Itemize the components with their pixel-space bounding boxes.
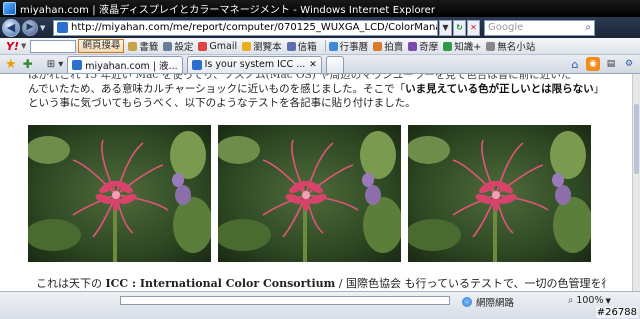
toolbar-item-reader[interactable]: 瀏覽本 [242, 39, 282, 53]
yahoo-logo[interactable]: Y! [6, 40, 19, 53]
toolbar-separator [324, 40, 326, 52]
flower-photo-3 [408, 125, 591, 262]
zoom-dropdown-icon[interactable]: ▼ [606, 297, 611, 305]
address-bar[interactable]: http://miyahan.com/me/report/computer/07… [53, 19, 438, 36]
vertical-scrollbar[interactable] [632, 74, 640, 291]
search-input[interactable]: Google [488, 22, 523, 33]
tab-favicon-icon [191, 59, 202, 70]
stop-button[interactable]: ✕ [467, 19, 480, 36]
tab-label: Is your system ICC ... [204, 59, 306, 70]
url-field[interactable]: http://miyahan.com/me/report/computer/07… [71, 22, 437, 33]
toolbar-item-auction[interactable]: 拍賣 [373, 39, 403, 53]
bookmark-icon [128, 41, 138, 51]
address-dropdown-icon[interactable]: ▼ [439, 19, 452, 36]
watermark-text: #26788 [595, 307, 638, 318]
window-title: miyahan.com | 液晶ディスプレイとカラーマネージメント - Wind… [20, 5, 436, 16]
paragraph-line: はがれこれ 15 年近い Mac を使ってり、ソスノム(Mac OS) や周辺の… [28, 74, 572, 81]
rss-icon[interactable]: ◉ [586, 57, 600, 71]
favorites-star-icon[interactable]: ★ [5, 57, 17, 72]
toolbar-item-wretch[interactable]: 無名小站 [486, 39, 535, 53]
yahoo-search-button[interactable]: 網頁搜尋 [78, 39, 125, 53]
globe-icon [462, 297, 472, 307]
tab-bar: ★ ✚ ⊞ ▾ miyahan.com | 液... Is your syste… [0, 55, 640, 74]
toolbar-item-settings[interactable]: 設定 [163, 39, 193, 53]
toolbar-item-gmail[interactable]: Gmail [198, 41, 237, 52]
wretch-icon [486, 41, 496, 51]
red-spider-lily-image [218, 125, 401, 262]
kimo-icon [408, 41, 418, 51]
calendar-icon [328, 41, 338, 51]
paragraph-line: という事に気づいてもらうべく、以下のようなテストを各記事に貼り付けました。 [28, 97, 416, 109]
page-favicon-icon [57, 22, 68, 33]
envelope-icon [286, 41, 296, 51]
title-bar: miyahan.com | 液晶ディスプレイとカラーマネージメント - Wind… [0, 0, 640, 17]
command-bar: ⌂ ◉ ▤ ⚙ [564, 57, 636, 71]
toolbar-item-kimo[interactable]: 奇摩 [408, 39, 438, 53]
toolbar-item-calendar[interactable]: 行事曆 [328, 39, 368, 53]
search-icon[interactable]: ⌕ [585, 22, 591, 33]
forward-button[interactable]: ▶ [22, 19, 38, 36]
progress-bar [120, 296, 450, 305]
paragraph-line: これは天下の ICC : International Color Consort… [36, 277, 606, 290]
tab-favicon-icon [72, 59, 83, 70]
print-icon[interactable]: ▤ [604, 57, 618, 71]
scrollbar-thumb[interactable] [634, 104, 639, 174]
mail-icon [198, 41, 208, 51]
toolbar-item-answers[interactable]: 知識+ [443, 39, 481, 53]
back-button[interactable]: ◀ [2, 18, 20, 37]
new-tab-button[interactable] [325, 55, 344, 73]
security-zone[interactable]: 網際網路 [462, 295, 514, 309]
status-bar: 網際網路 ⌕ 100% ▼ #26788 [0, 291, 640, 319]
history-dropdown-icon[interactable]: ▼ [40, 24, 48, 32]
red-spider-lily-image [28, 125, 211, 262]
tab-label: miyahan.com | 液... [85, 60, 178, 72]
auction-icon [373, 41, 383, 51]
tab-icc-test[interactable]: Is your system ICC ... ✕ [186, 55, 322, 73]
answers-icon [443, 41, 453, 51]
zoom-icon: ⌕ [568, 295, 574, 306]
red-spider-lily-image [408, 125, 591, 262]
flower-photo-2 [218, 125, 401, 262]
toolbar-item-bookmarks[interactable]: 書籤 [128, 39, 158, 53]
star-icon [242, 41, 252, 51]
flower-photo-1 [28, 125, 211, 262]
navigation-bar: ◀ ▶ ▼ http://miyahan.com/me/report/compu… [0, 17, 640, 38]
yahoo-toolbar: Y! ▼ 網頁搜尋 書籤 設定 Gmail 瀏覽本 信箱 行事曆 拍賣 奇摩 知… [0, 38, 640, 55]
close-tab-icon[interactable]: ✕ [309, 60, 317, 70]
gear-icon [163, 41, 173, 51]
home-icon[interactable]: ⌂ [568, 57, 582, 71]
tools-gear-icon[interactable]: ⚙ [622, 57, 636, 71]
page-content: はがれこれ 15 年近い Mac を使ってり、ソスノム(Mac OS) や周辺の… [0, 74, 632, 291]
toolbar-item-mail[interactable]: 信箱 [286, 39, 317, 53]
highlighted-text: いま見えている色が正しいとは限らない [405, 83, 594, 95]
zoom-control[interactable]: ⌕ 100% ▼ [568, 295, 611, 306]
yahoo-menu-dropdown-icon[interactable]: ▼ [21, 42, 26, 50]
icc-text: ICC : International Color Consortium [105, 277, 336, 290]
add-favorite-icon[interactable]: ✚ [23, 57, 33, 71]
refresh-button[interactable]: ↻ [453, 19, 466, 36]
tab-miyahan[interactable]: miyahan.com | 液... [67, 55, 183, 73]
paragraph-line: んでいたため、ある意味カルチャーショックに近いものを感じました。そこで「いま見え… [28, 83, 598, 95]
ie-icon [3, 2, 16, 15]
search-box[interactable]: Google ⌕ [484, 19, 595, 36]
quick-tabs-icon[interactable]: ⊞ ▾ [47, 59, 64, 70]
yahoo-search-input[interactable] [30, 39, 77, 53]
